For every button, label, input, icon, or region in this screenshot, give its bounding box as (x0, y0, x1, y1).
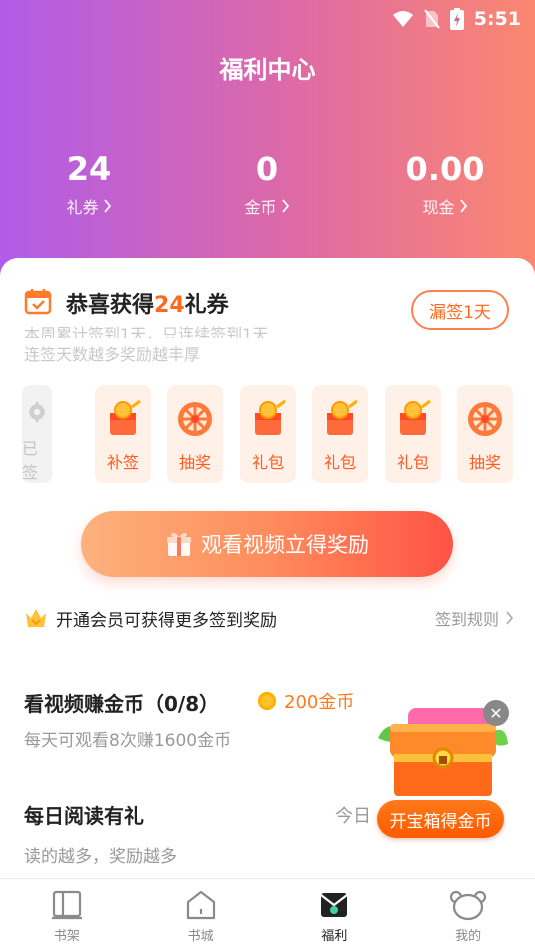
signin-day-1: 已签 (22, 385, 52, 483)
day-label: 礼包 (396, 453, 429, 472)
task-title-watch-video: 看视频赚金币（0/8） (24, 692, 220, 716)
tab-bookshelf[interactable]: 书架 (0, 879, 134, 952)
day-label: 礼包 (323, 453, 356, 472)
signin-day-5[interactable]: 礼包 (312, 385, 368, 483)
crown-icon (26, 609, 46, 627)
vip-promo-row: 开通会员可获得更多签到奖励 签到规则 (24, 600, 514, 636)
tab-label: 书城 (187, 929, 214, 944)
task-title-daily-reading: 每日阅读有礼 (24, 804, 144, 828)
stat-vouchers[interactable]: 24 礼券 (14, 150, 164, 218)
bookshelf-icon (51, 890, 82, 920)
task-reward-label: 200金币 (284, 692, 355, 713)
welfare-envelope-icon (320, 893, 349, 917)
task-reward-badge: 200金币 (258, 688, 354, 714)
rules-link-label: 签到规则 (434, 610, 499, 629)
signin-title: 恭喜获得24礼券 (66, 287, 229, 319)
bottom-tab-bar: 书架 书城 福利 我的 (0, 878, 535, 952)
stat-value: 0.00 (405, 150, 485, 188)
gear-icon (29, 401, 45, 423)
stat-label: 金币 (244, 198, 277, 217)
page-title: 福利中心 (219, 56, 316, 84)
signin-subtitle-line2: 连签天数越多奖励越丰厚 (24, 345, 201, 364)
day-label: 礼包 (251, 453, 284, 472)
battery-charging-icon (449, 8, 464, 30)
task-desc-daily-reading: 读的越多，奖励越多 (24, 847, 177, 867)
gift-coins-icon (400, 399, 431, 435)
stat-coins[interactable]: 0 金币 (192, 150, 342, 218)
task-desc-watch-video: 每天可观看8次赚1600金币 (24, 731, 232, 751)
chevron-right-icon (459, 199, 467, 213)
signin-day-6[interactable]: 礼包 (385, 385, 441, 483)
gift-coins-icon (110, 399, 141, 435)
gift-box-icon (167, 532, 191, 556)
signin-day-4[interactable]: 礼包 (240, 385, 296, 483)
signin-day-3[interactable]: 抽奖 (167, 385, 223, 483)
stat-value: 0 (255, 150, 279, 188)
signin-day-7[interactable]: 抽奖 (457, 385, 513, 483)
tab-bookstore[interactable]: 书城 (134, 879, 268, 952)
signin-title-suffix: 礼券 (184, 293, 229, 318)
signin-title-prefix: 恭喜获得 (66, 293, 155, 318)
calendar-check-icon (24, 289, 52, 315)
stat-cash[interactable]: 0.00 现金 (370, 150, 520, 218)
stat-label: 礼券 (66, 198, 99, 217)
day-label: 已签 (22, 439, 39, 482)
chevron-right-icon (103, 199, 111, 213)
day-label: 抽奖 (178, 453, 211, 472)
open-chest-button[interactable]: 开宝箱得金币 (377, 800, 504, 838)
gift-coins-icon (255, 399, 286, 435)
task-status-today: 今日 (335, 806, 371, 827)
lottery-wheel-icon (468, 402, 502, 436)
gift-coins-icon (327, 399, 358, 435)
status-time: 5:51 (473, 8, 521, 30)
signin-rules-link[interactable]: 签到规则 (435, 606, 514, 630)
watch-video-button[interactable]: 观看视频立得奖励 (81, 511, 453, 577)
lottery-wheel-icon (178, 402, 212, 436)
bookstore-icon (186, 890, 215, 920)
tab-profile[interactable]: 我的 (401, 879, 535, 952)
stat-value: 24 (66, 150, 112, 188)
header-banner: 5:51 福利中心 24 礼券 0 金币 0.00 现金 (0, 0, 535, 300)
no-sim-icon (423, 9, 440, 29)
status-bar: 5:51 (392, 6, 521, 32)
tab-label: 书架 (53, 929, 80, 944)
chevron-right-icon (506, 611, 514, 625)
signin-day-2[interactable]: 补签 (95, 385, 151, 483)
tab-label: 我的 (455, 929, 482, 944)
day-label: 补签 (106, 453, 139, 472)
bear-profile-icon (450, 890, 487, 921)
day-label: 抽奖 (468, 453, 501, 472)
wifi-icon (392, 11, 413, 27)
tab-welfare[interactable]: 福利 (268, 879, 402, 952)
chevron-right-icon (281, 199, 289, 213)
signin-subtitle-line1: 本周累计签到1天，只连续签到1天 (24, 325, 269, 338)
stat-label: 现金 (422, 198, 455, 217)
watch-video-label: 观看视频立得奖励 (201, 533, 369, 557)
coin-icon (258, 692, 276, 710)
vip-promo-text: 开通会员可获得更多签到奖励 (56, 610, 277, 631)
tab-label: 福利 (321, 929, 348, 944)
close-icon[interactable]: ✕ (483, 700, 509, 726)
signin-reward-count: 24 (154, 293, 185, 318)
